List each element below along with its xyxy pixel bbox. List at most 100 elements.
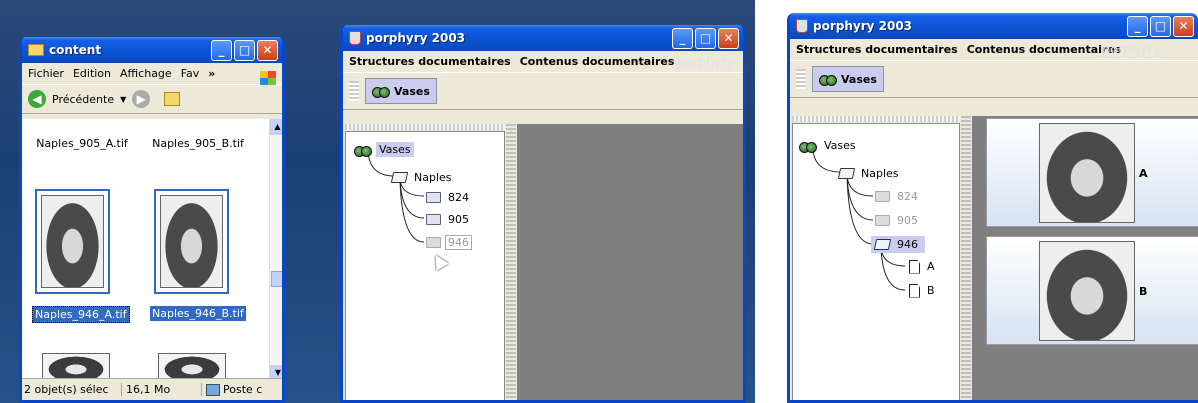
tree-label: 905 (448, 213, 469, 226)
preview-card[interactable]: A (986, 118, 1198, 227)
folder-icon (426, 214, 441, 225)
binoculars-icon (354, 143, 372, 157)
window-title: porphyry 2003 (813, 19, 913, 33)
vase-thumbnail[interactable] (158, 353, 226, 381)
folder-icon (28, 44, 44, 56)
tree-node-a[interactable]: A (909, 259, 938, 274)
porphyry-titlebar[interactable]: porphyry 2003 _ □ ✕ (790, 13, 1198, 39)
vases-button[interactable]: Vases (812, 66, 884, 92)
back-button[interactable]: Précédente (52, 93, 114, 106)
menu-structures[interactable]: Structures documentaires (796, 43, 958, 56)
tree-node-b[interactable]: B (909, 283, 938, 298)
menu-favoris[interactable]: Fav (181, 67, 200, 80)
tree-node-824[interactable]: 824 (426, 190, 472, 205)
back-arrow-icon[interactable]: ◀ (28, 90, 46, 108)
porphyry-titlebar[interactable]: porphyry 2003 _ □ ✕ (343, 25, 743, 51)
preview-card[interactable]: B (986, 236, 1198, 345)
folder-icon (426, 237, 441, 248)
tree-label: 946 (897, 238, 918, 251)
document-icon (909, 283, 920, 298)
explorer-titlebar[interactable]: content _ □ ✕ (22, 37, 282, 63)
computer-icon (206, 383, 220, 396)
tree-label: Vases (824, 139, 856, 152)
toolbar-grip[interactable] (349, 81, 359, 101)
porphyry-logo: porphyry (676, 55, 735, 70)
toolbar-grip[interactable] (796, 69, 806, 89)
menu-contenus[interactable]: Contenus documentaires (520, 55, 675, 68)
menu-affichage[interactable]: Affichage (120, 67, 172, 80)
tree-node-946[interactable]: 946 (426, 235, 472, 250)
porphyry-window-expanded: porphyry 2003 _ □ ✕ Structures documenta… (787, 13, 1198, 403)
close-button[interactable]: ✕ (1173, 15, 1194, 37)
splitter-bar[interactable] (345, 124, 505, 130)
tree-label: Naples (861, 167, 899, 180)
file-item[interactable]: Naples_905_B.tif (150, 137, 246, 150)
vase-thumbnail (41, 195, 104, 288)
content-panel: A B (972, 116, 1198, 400)
file-item[interactable]: Naples_946_A.tif (32, 306, 130, 323)
windows-logo-icon (260, 71, 276, 85)
menu-structures[interactable]: Structures documentaires (349, 55, 511, 68)
vases-button-label: Vases (394, 84, 430, 98)
tree-node-905[interactable]: 905 (426, 212, 472, 227)
tree-label: A (927, 260, 935, 273)
explorer-window: content _ □ ✕ Fichier Edition Affichage … (19, 37, 285, 403)
vases-toolbar: Vases (343, 72, 743, 110)
tree-node-naples[interactable]: Naples (390, 170, 455, 185)
up-folder-icon[interactable] (164, 92, 181, 106)
scroll-thumb[interactable] (271, 271, 282, 287)
maximize-button[interactable]: □ (1150, 15, 1171, 37)
tree-panel: Vases Naples 824 905 946 A B (792, 123, 960, 400)
minimize-button[interactable]: _ (1127, 15, 1148, 37)
file-item[interactable]: Naples_946_B.tif (150, 306, 246, 321)
file-label: Naples_905_B.tif (152, 137, 244, 150)
close-button[interactable]: ✕ (257, 39, 278, 61)
open-folder-icon (837, 168, 856, 179)
minimize-button[interactable]: _ (672, 27, 693, 49)
vases-button[interactable]: Vases (365, 78, 437, 104)
tree-node-vases[interactable]: Vases (799, 138, 859, 153)
binoculars-icon (799, 139, 817, 153)
menu-bar: Structures documentaires Contenus docume… (343, 51, 743, 72)
back-dropdown-icon[interactable]: ▼ (120, 95, 126, 104)
vase-preview-image (1039, 123, 1135, 223)
file-label: Naples_905_A.tif (36, 137, 128, 150)
vase-thumbnail (160, 195, 223, 288)
content-panel (517, 124, 743, 400)
forward-arrow-icon[interactable]: ▶ (132, 90, 151, 108)
tree-label: B (927, 284, 935, 297)
tree-node-vases[interactable]: Vases (354, 142, 414, 157)
close-button[interactable]: ✕ (718, 27, 739, 49)
file-item[interactable]: Naples_905_A.tif (34, 137, 130, 150)
tree-node-824[interactable]: 824 (875, 189, 921, 204)
menu-edition[interactable]: Edition (73, 67, 111, 80)
tree-label: Vases (376, 142, 414, 157)
tree-node-905[interactable]: 905 (875, 213, 921, 228)
preview-label: A (1139, 167, 1148, 180)
menu-contenus[interactable]: Contenus documentaires (967, 43, 1122, 56)
minimize-button[interactable]: _ (211, 39, 232, 61)
document-icon (909, 259, 920, 274)
thumbnail-frame[interactable] (154, 189, 229, 294)
vases-button-label: Vases (841, 72, 877, 86)
java-cup-icon (349, 31, 361, 45)
navigation-toolbar: ◀ Précédente ▼ ▶ (22, 84, 282, 114)
scroll-up-button[interactable]: ▲ (270, 119, 282, 135)
maximize-button[interactable]: □ (234, 39, 255, 61)
porphyry-logo: porphyry (1102, 43, 1161, 58)
tree-node-naples[interactable]: Naples (837, 166, 902, 181)
thumbnail-frame[interactable] (35, 189, 110, 294)
menu-fichier[interactable]: Fichier (28, 67, 64, 80)
splitter-bar[interactable] (792, 116, 960, 122)
tree-label: 946 (445, 235, 472, 250)
tree-node-946[interactable]: 946 (871, 236, 925, 253)
vertical-divider[interactable] (506, 124, 516, 400)
tree-label: Naples (414, 171, 452, 184)
folder-icon (875, 191, 890, 202)
window-title: porphyry 2003 (366, 31, 466, 45)
vertical-divider[interactable] (961, 116, 971, 400)
vase-thumbnail[interactable] (42, 353, 110, 381)
maximize-button[interactable]: □ (695, 27, 716, 49)
vertical-scrollbar[interactable]: ▲ ▼ (269, 119, 282, 381)
menu-overflow[interactable]: » (208, 67, 215, 80)
